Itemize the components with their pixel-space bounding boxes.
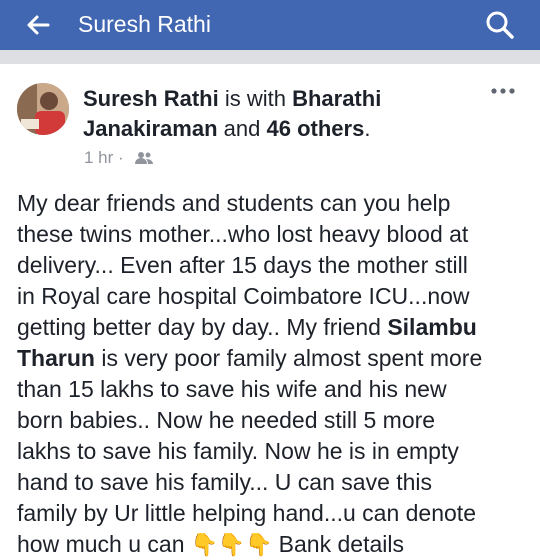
post-time[interactable]: 1 hr [84, 148, 113, 167]
page-title: Suresh Rathi [78, 11, 211, 37]
search-icon[interactable] [484, 9, 516, 41]
feed-divider [0, 50, 540, 64]
meta-separator: · [118, 148, 124, 167]
body-text-segment: how much u can [17, 531, 185, 557]
top-app-bar: Suresh Rathi [0, 0, 540, 50]
body-line: than 15 lakhs to save his wife and his n… [17, 374, 527, 405]
more-horizontal-icon[interactable] [490, 86, 516, 96]
others-link[interactable]: 46 others [267, 116, 365, 141]
header-period: . [364, 116, 371, 141]
body-line: getting better day by day.. My friend Si… [17, 312, 527, 343]
body-line: Tharun is very poor family almost spent … [17, 343, 527, 374]
body-line: these twins mother...who lost heavy bloo… [17, 219, 527, 250]
body-text-segment: is very poor family almost spent more [94, 345, 483, 371]
body-line: in Royal care hospital Coimbatore ICU...… [17, 281, 527, 312]
body-line: hand to save his family... U can save th… [17, 467, 527, 498]
body-line: lakhs to save his family. Now he is in e… [17, 436, 527, 467]
body-line: delivery... Even after 15 days the mothe… [17, 250, 527, 281]
body-text-segment: born babies.. Now he needed still 5 more [17, 407, 436, 433]
and-text: and [223, 116, 261, 141]
with-text: is with [224, 86, 286, 111]
body-text-segment: Bank details [278, 531, 404, 557]
post-header: Suresh Rathi is with Bharathi Janakirama… [83, 84, 483, 144]
avatar-image [17, 83, 69, 135]
body-text-segment: My dear friends and students can you hel… [17, 190, 451, 216]
post-card: Suresh Rathi is with Bharathi Janakirama… [0, 64, 540, 557]
body-text-segment: hand to save his family... U can save th… [17, 469, 433, 495]
author-avatar[interactable] [17, 83, 69, 135]
pointing-down-emoji-icon: 👇👇👇 [190, 532, 273, 557]
body-line: how much u can 👇👇👇 Bank details [17, 529, 527, 560]
body-text-segment: than 15 lakhs to save his wife and his n… [17, 376, 447, 402]
body-text-segment: these twins mother...who lost heavy bloo… [17, 221, 469, 247]
post-meta: 1 hr · [84, 148, 154, 168]
mention-silambu[interactable]: Silambu [387, 314, 476, 340]
body-text-segment: in Royal care hospital Coimbatore ICU...… [17, 283, 470, 309]
body-text-segment: delivery... Even after 15 days the mothe… [17, 252, 468, 278]
body-line: born babies.. Now he needed still 5 more [17, 405, 527, 436]
author-name[interactable]: Suresh Rathi [83, 86, 219, 111]
body-text-segment: getting better day by day.. My friend [17, 314, 388, 340]
post-body: My dear friends and students can you hel… [17, 188, 527, 560]
mention-tharun[interactable]: Tharun [17, 345, 95, 371]
body-line: family by Ur little helping hand...u can… [17, 498, 527, 529]
friends-icon [135, 152, 154, 164]
body-text-segment: family by Ur little helping hand...u can… [17, 500, 476, 526]
arrow-left-icon[interactable] [24, 11, 52, 39]
body-text-segment: lakhs to save his family. Now he is in e… [17, 438, 459, 464]
body-line: My dear friends and students can you hel… [17, 188, 527, 219]
